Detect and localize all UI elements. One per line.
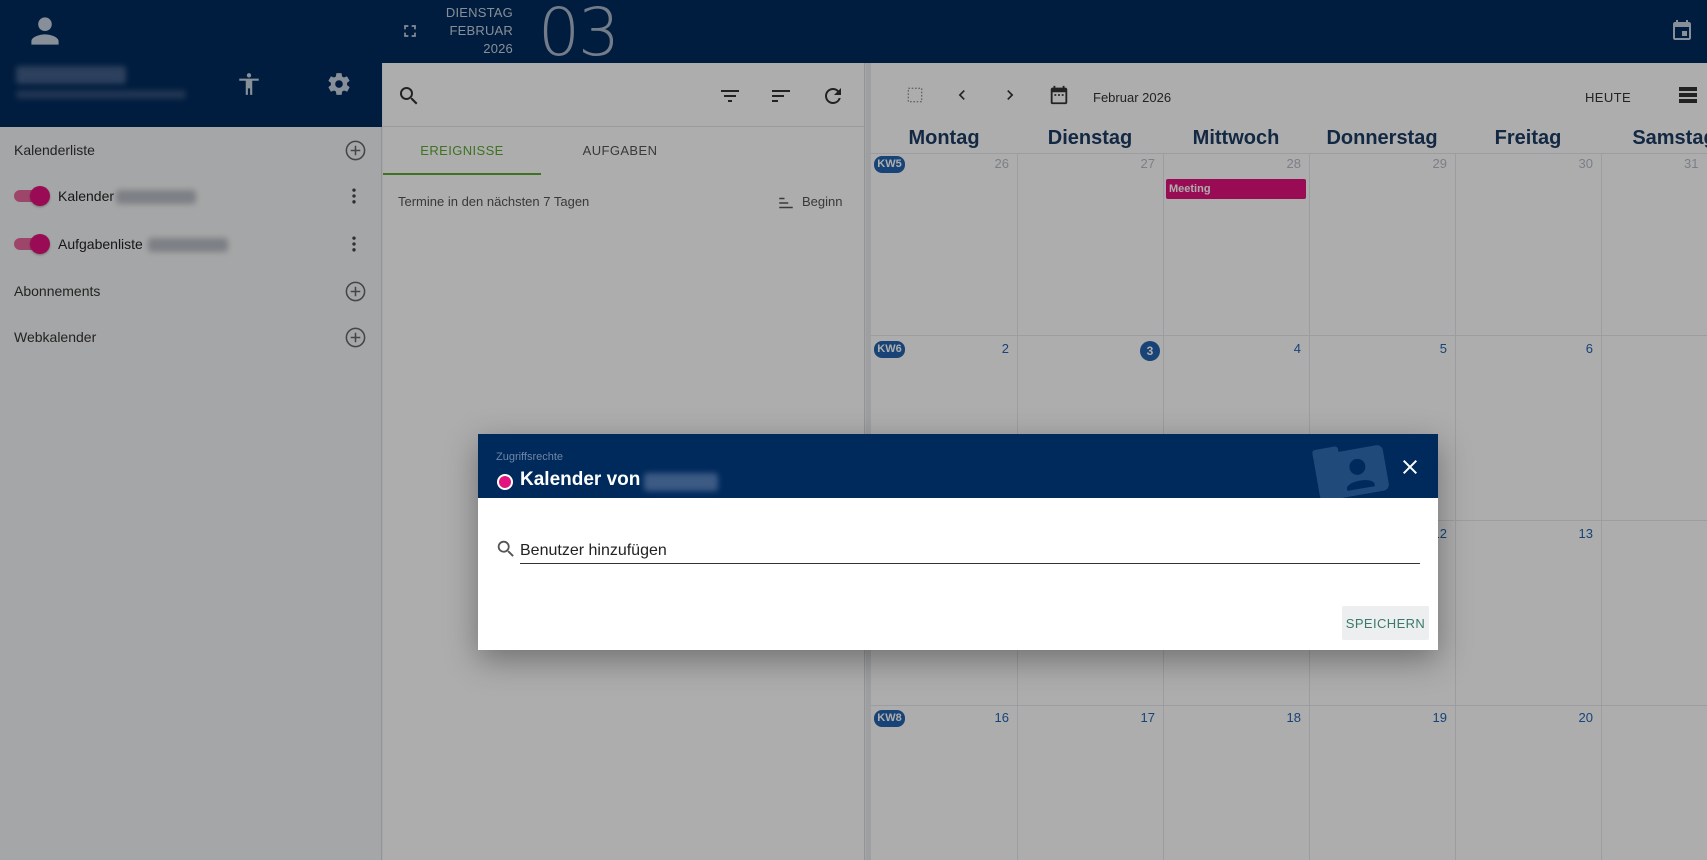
close-icon[interactable]	[1398, 455, 1422, 479]
contact-card-icon	[1312, 445, 1389, 498]
dialog-title: Kalender von	[520, 469, 641, 490]
search-icon	[497, 540, 514, 557]
add-user-input[interactable]	[520, 538, 1420, 564]
access-rights-dialog: Zugriffsrechte Kalender von SPEICHERN	[478, 434, 1438, 650]
save-button[interactable]: SPEICHERN	[1342, 606, 1429, 640]
modal-backdrop[interactable]	[0, 0, 1707, 860]
dialog-subtitle: Zugriffsrechte	[496, 451, 564, 463]
owner-name-redacted	[644, 473, 718, 491]
calendar-color-dot	[497, 474, 513, 490]
dialog-header: Zugriffsrechte Kalender von	[478, 434, 1438, 498]
